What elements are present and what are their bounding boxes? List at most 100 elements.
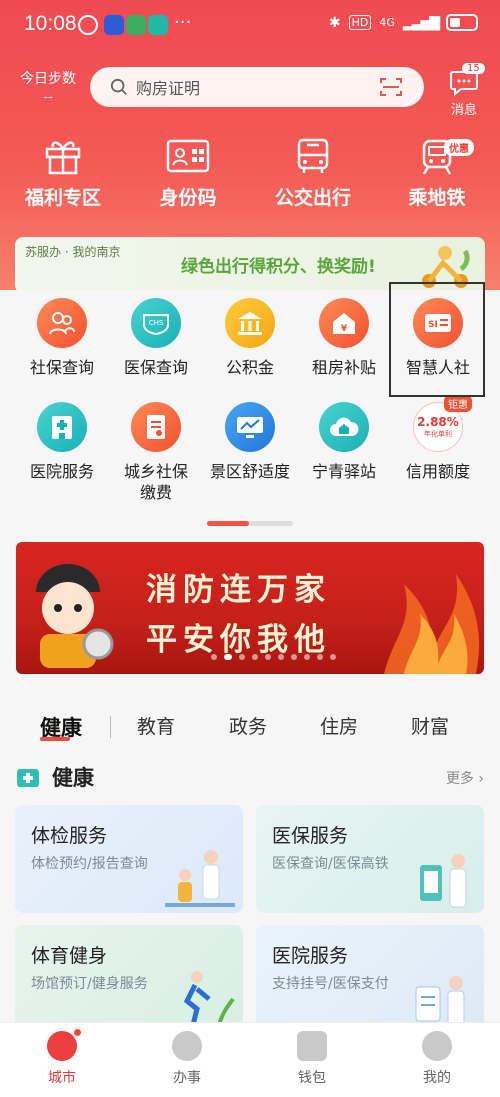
carousel-dot [291,654,297,660]
service-medical-insurance-query[interactable]: CHS 医保查询 [108,298,204,378]
card-title: 医保服务 [272,825,349,847]
tabbar-label: 钱包 [298,1070,326,1086]
messages-button[interactable]: 15 消息 [444,63,485,118]
people-icon [37,298,87,348]
service-label: 信用额度 [405,462,470,481]
service-label: 宁青驿站 [311,462,376,481]
service-hospital[interactable]: 医院服务 [14,402,110,482]
status-time: 10:08 [24,12,77,35]
card-sports-fitness[interactable]: 体育健身 场馆预订/健身服务 [15,925,243,1033]
section-title: 健康 [52,766,94,790]
active-tab-indicator [40,737,70,741]
battery-icon [446,14,478,31]
hospital-icon [37,402,87,452]
quick-action-metro[interactable]: 优惠 乘地铁 [382,135,492,210]
card-physical-exam[interactable]: 体检服务 体检预约/报告查询 [15,805,243,913]
service-ningqing-station[interactable]: 宁青驿站 [296,402,392,482]
notification-dot [74,1029,81,1036]
card-medical-insurance[interactable]: 医保服务 医保查询/医保高铁 [256,805,484,913]
service-label: 城乡社保 缴费 [123,462,188,502]
app-icon-green [126,15,146,35]
tab-housing[interactable]: 住房 [320,712,358,739]
carousel-dot [317,654,323,660]
tabbar-label: 城市 [48,1070,76,1086]
health-section-header: 健康 更多 › [16,762,484,792]
signal-icon: ▂▃▅▇ [402,14,440,31]
bank-icon [225,298,275,348]
carousel-dot [239,654,245,660]
credit-rate-value: 2.88% [417,415,459,429]
tabbar-wallet[interactable]: 钱包 [272,1031,352,1087]
card-title: 医院服务 [272,945,349,967]
quick-action-label: 身份码 [159,187,217,209]
bluetooth-icon: ✱ [328,14,341,31]
service-label: 医院服务 [29,462,94,481]
steps-value: -- [43,90,53,105]
credit-rate-sub: 年化单利 [424,430,452,438]
tab-government[interactable]: 政务 [229,712,267,739]
quick-action-bus[interactable]: 公交出行 [258,135,368,210]
wallet-icon [297,1031,327,1061]
more-label: 更多 [445,771,474,787]
card-hospital-service[interactable]: 医院服务 支持挂号/医保支付 [256,925,484,1033]
tab-wealth[interactable]: 财富 [411,712,449,739]
service-scenic-comfort[interactable]: 景区舒适度 [202,402,298,482]
service-label: 景区舒适度 [209,462,290,481]
compass-icon [172,1031,202,1061]
service-rent-subsidy[interactable]: ¥ 租房补贴 [296,298,392,378]
tabbar-profile[interactable]: 我的 [397,1031,477,1087]
card-subtitle: 医保查询/医保高铁 [272,856,389,872]
service-credit-limit[interactable]: 钜惠 2.88% 年化单利 信用额度 [390,395,486,482]
section-more-link[interactable]: 更多 › [446,768,484,788]
doctor-patient-illustration-icon [165,850,235,907]
medical-kit-icon [17,769,39,787]
credit-promo-tag: 钜惠 [444,395,472,412]
flame-decoration-icon [384,574,480,674]
search-placeholder: 购房证明 [136,79,201,98]
service-social-security-query[interactable]: 社保查询 [14,298,110,378]
monitor-icon [225,402,275,452]
svg-text:CHS: CHS [149,319,164,327]
network-label: 4G [379,16,395,29]
id-card-icon [166,139,210,173]
card-subtitle: 场馆预订/健身服务 [31,976,148,992]
promo-source-tag: 苏服办 · 我的南京 [25,245,121,259]
metro-promo-badge: 优惠 [444,139,474,156]
carousel-dot-active [224,654,232,660]
firefighter-illustration-icon [36,564,114,668]
chs-icon: CHS [131,298,181,348]
grid-page-indicator [207,521,293,526]
search-bar[interactable]: 购房证明 [90,67,424,107]
promo-slogan: 绿色出行得积分、换奖励! [181,257,376,277]
profile-icon [422,1031,452,1061]
card-title: 体检服务 [31,825,108,847]
category-tabs: 健康 教育 政务 住房 财富 [0,700,500,750]
scan-icon[interactable] [380,77,402,97]
carousel-dot [278,654,284,660]
service-housing-fund[interactable]: 公积金 [202,298,298,378]
hd-label: HD [348,15,372,30]
quick-action-label: 公交出行 [274,187,351,209]
bottom-tab-bar: 城市 办事 钱包 我的 [0,1022,500,1097]
fire-safety-banner[interactable]: 消防连万家 平安你我他 [16,542,484,674]
steps-widget[interactable]: 今日步数 -- [20,68,76,105]
banner-line-1: 消防连万家 [146,572,331,608]
tabbar-label: 我的 [423,1070,451,1086]
banner-line-2: 平安你我他 [146,622,331,658]
quick-action-id-code[interactable]: 身份码 [133,135,243,210]
service-urban-rural-insurance-payment[interactable]: 城乡社保 缴费 [108,402,204,503]
bus-icon [297,138,329,173]
house-icon: ¥ [319,298,369,348]
tabbar-city[interactable]: 城市 [22,1029,102,1087]
selection-highlight-frame [389,282,485,397]
tab-education[interactable]: 教育 [137,712,175,739]
carousel-dot [330,654,336,660]
banner-carousel-dots [211,654,336,660]
chevron-right-icon: › [473,771,484,787]
svg-text:¥: ¥ [341,324,348,334]
service-label: 社保查询 [29,358,94,377]
quick-action-welfare[interactable]: 福利专区 [8,135,118,210]
card-subtitle: 支持挂号/医保支付 [272,976,389,992]
grid-page-indicator-active [207,521,249,526]
tabbar-services[interactable]: 办事 [147,1031,227,1087]
